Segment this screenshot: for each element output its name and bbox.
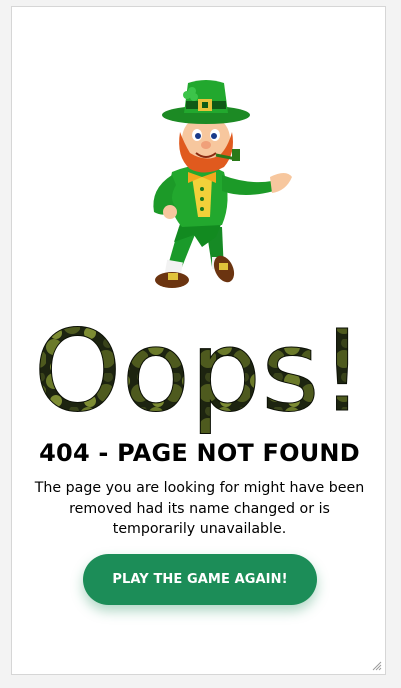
oops-heading: Oops! <box>33 307 365 436</box>
error-message: The page you are looking for might have … <box>34 480 365 537</box>
oops-text: Oops! <box>33 307 364 435</box>
error-card: Oops! 404 - PAGE NOT FOUND The page you … <box>11 6 386 675</box>
play-again-button-label: PLAY THE GAME AGAIN! <box>112 572 288 587</box>
leprechaun-illustration <box>153 80 292 288</box>
error-headline: 404 - PAGE NOT FOUND <box>39 439 360 467</box>
play-again-button[interactable]: PLAY THE GAME AGAIN! <box>83 554 317 605</box>
resize-grip-icon[interactable] <box>372 661 382 671</box>
